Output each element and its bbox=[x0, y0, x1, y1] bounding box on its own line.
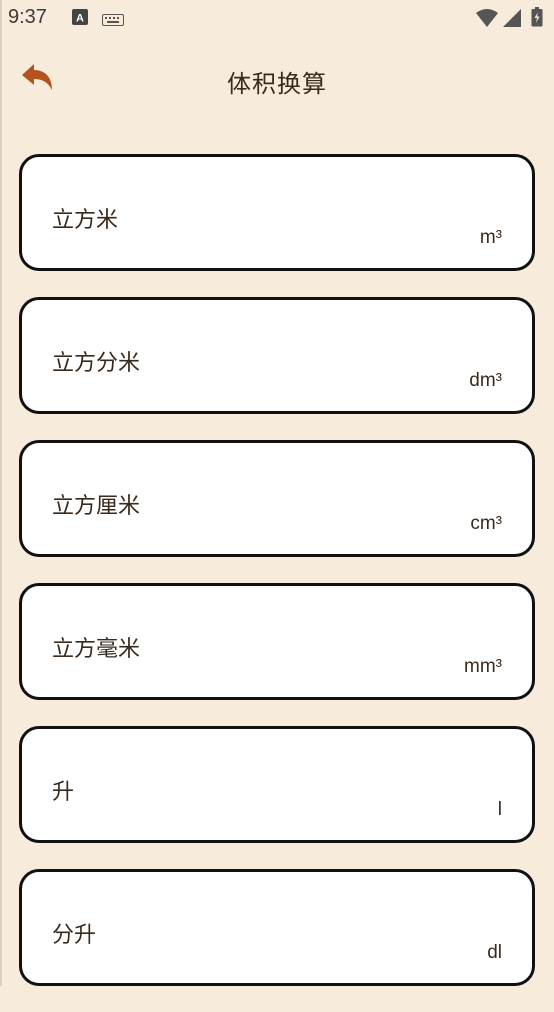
app-bar: 体积换算 bbox=[0, 44, 554, 118]
a-box-icon: A bbox=[72, 9, 88, 29]
battery-icon bbox=[531, 7, 543, 31]
unit-symbol: dl bbox=[487, 942, 502, 963]
page-title: 体积换算 bbox=[227, 70, 327, 98]
unit-card-cubic-centimeter[interactable]: 立方厘米 cm³ bbox=[19, 440, 535, 557]
unit-card-liter[interactable]: 升 l bbox=[19, 726, 535, 843]
unit-name: 立方米 bbox=[52, 208, 119, 233]
unit-name: 立方分米 bbox=[52, 351, 141, 376]
status-bar: 9:37 A bbox=[0, 0, 554, 36]
unit-name: 立方厘米 bbox=[52, 494, 141, 519]
unit-name: 分升 bbox=[52, 923, 97, 948]
unit-card-cubic-meter[interactable]: 立方米 m³ bbox=[19, 154, 535, 271]
unit-symbol: cm³ bbox=[470, 513, 502, 534]
status-time: 9:37 bbox=[8, 6, 47, 28]
keyboard-icon bbox=[102, 11, 124, 30]
left-edge-divider bbox=[0, 0, 2, 986]
unit-card-deciliter[interactable]: 分升 dl bbox=[19, 869, 535, 986]
unit-list: 立方米 m³ 立方分米 dm³ 立方厘米 cm³ 立方毫米 mm³ 升 l 分升… bbox=[19, 154, 535, 1012]
signal-icon bbox=[503, 9, 521, 31]
unit-card-cubic-decimeter[interactable]: 立方分米 dm³ bbox=[19, 297, 535, 414]
unit-name: 立方毫米 bbox=[52, 637, 141, 662]
wifi-icon bbox=[476, 9, 498, 31]
unit-symbol: m³ bbox=[479, 227, 502, 248]
unit-symbol: mm³ bbox=[464, 656, 502, 677]
unit-symbol: dm³ bbox=[469, 370, 502, 391]
unit-card-cubic-millimeter[interactable]: 立方毫米 mm³ bbox=[19, 583, 535, 700]
unit-name: 升 bbox=[52, 780, 75, 805]
unit-symbol: l bbox=[497, 799, 502, 820]
svg-text:A: A bbox=[76, 13, 84, 25]
